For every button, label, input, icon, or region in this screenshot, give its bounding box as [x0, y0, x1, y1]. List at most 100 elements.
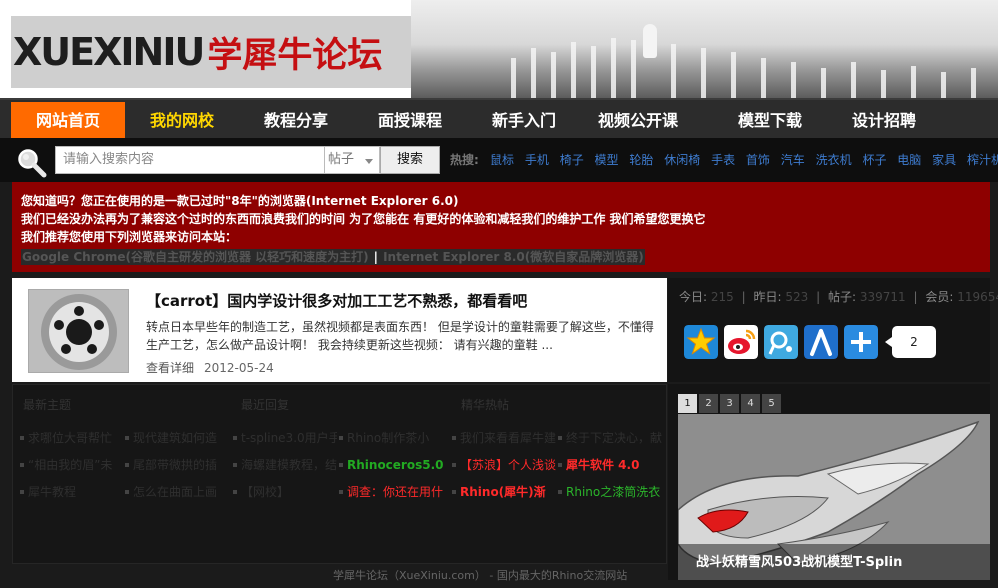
- hot-keyword[interactable]: 洗衣机: [816, 153, 852, 167]
- nav-model-download[interactable]: 模型下载: [713, 102, 827, 140]
- hot-keyword[interactable]: 电脑: [897, 153, 921, 167]
- hot-keyword[interactable]: 椅子: [560, 153, 584, 167]
- list-item[interactable]: Rhino(犀牛)渐: [452, 483, 556, 501]
- recent-replies-header[interactable]: 最近回复: [241, 396, 289, 413]
- hot-keyword[interactable]: 轮胎: [629, 153, 653, 167]
- hot-keyword[interactable]: 榨汁机: [967, 153, 998, 167]
- list-item[interactable]: 终于下定决心，献: [558, 429, 664, 447]
- today-count: 215: [710, 290, 734, 304]
- search-bar: 请输入搜索内容 帖子 搜索 热搜: 鼠标 手机 椅子 模型 轮胎 休闲椅 手表 …: [0, 138, 998, 182]
- list-item[interactable]: t-spline3.0用户手: [233, 429, 337, 447]
- slide-number-5[interactable]: 5: [762, 394, 781, 413]
- list-item[interactable]: Rhino之漆筒洗衣: [558, 483, 664, 501]
- list-item[interactable]: 调查：你还在用什: [339, 483, 449, 501]
- hot-keyword[interactable]: 休闲椅: [664, 153, 700, 167]
- nav-home[interactable]: 网站首页: [11, 102, 125, 140]
- list-item[interactable]: Rhinoceros5.0: [339, 456, 449, 474]
- yesterday-count: 523: [785, 290, 809, 304]
- slide-number-3[interactable]: 3: [720, 394, 739, 413]
- list-item[interactable]: 海螺建模教程，结: [233, 456, 337, 474]
- nav-jobs[interactable]: 设计招聘: [827, 102, 941, 140]
- list-item[interactable]: Rhino制作茶小: [339, 429, 449, 447]
- nav-tutorials[interactable]: 教程分享: [239, 102, 353, 140]
- list-item[interactable]: 【苏浪】个人浅谈: [452, 456, 556, 474]
- slide-number-2[interactable]: 2: [699, 394, 718, 413]
- list-item[interactable]: 【网校】: [233, 483, 337, 501]
- featured-post-meta: 查看详细 2012-05-24: [146, 359, 274, 376]
- slide-image[interactable]: 战斗妖精雪风503战机模型T-Splin: [678, 414, 990, 580]
- search-input[interactable]: 请输入搜索内容: [55, 146, 325, 174]
- hot-keyword[interactable]: 模型: [595, 153, 619, 167]
- stat-separator: |: [741, 290, 746, 304]
- warning-line-2: 我们已经没办法再为了兼容这个过时的东西而浪费我们的时间 为了您能在 有更好的体验…: [21, 212, 706, 226]
- featured-post: 【carrot】国内学设计很多对加工工艺不熟悉，都看看吧 转点日本早些年的制造工…: [12, 278, 667, 382]
- list-item[interactable]: “相由我的眉”未: [20, 456, 120, 474]
- nav-my-school[interactable]: 我的网校: [125, 102, 239, 140]
- hot-keyword[interactable]: 杯子: [862, 153, 886, 167]
- hot-keyword[interactable]: 家具: [932, 153, 956, 167]
- hot-keyword[interactable]: 汽车: [781, 153, 805, 167]
- ie8-link[interactable]: Internet Explorer 8.0(微软自家品牌浏览器): [383, 250, 644, 264]
- list-item[interactable]: 怎么在曲面上画: [125, 483, 225, 501]
- browser-warning: 您知道吗？您正在使用的是一款已过时"8年"的浏览器(Internet Explo…: [12, 182, 990, 272]
- logo-text-en: XUEXINIU: [13, 30, 205, 74]
- qzone-share-icon[interactable]: [684, 325, 718, 359]
- hot-search-label: 热搜:: [450, 153, 479, 167]
- list-item[interactable]: 尾部带微拱的插: [125, 456, 225, 474]
- list-item[interactable]: 求哪位大哥帮忙: [20, 429, 120, 447]
- hot-keyword[interactable]: 手表: [711, 153, 735, 167]
- thread-lists: 最新主题 最近回复 精华热帖 求哪位大哥帮忙 现代建筑如何造 t-spline3…: [12, 384, 667, 564]
- weibo-share-icon[interactable]: [724, 325, 758, 359]
- slideshow: 1 2 3 4 5 战斗妖精雪风503战机模型T-Splin: [668, 384, 990, 580]
- header-banner-image: [411, 0, 998, 98]
- members-count: 119654: [957, 290, 998, 304]
- search-type-value: 帖子: [328, 152, 355, 167]
- stats-line: 今日: 215 | 昨日: 523 | 帖子: 339711 | 会员: 119…: [679, 288, 998, 305]
- link-separator: |: [373, 250, 379, 264]
- list-item[interactable]: 犀牛软件 4.0: [558, 456, 664, 474]
- featured-threads-header[interactable]: 精华热帖: [461, 396, 509, 413]
- footer-text: 学犀牛论坛（XueXiniu.com） - 国内最大的Rhino交流网站: [333, 569, 628, 582]
- site-logo[interactable]: XUEXINIU 学犀牛论坛: [11, 16, 411, 88]
- search-button[interactable]: 搜索: [380, 146, 440, 174]
- slide-number-1[interactable]: 1: [678, 394, 697, 413]
- featured-post-title[interactable]: 【carrot】国内学设计很多对加工工艺不熟悉，都看看吧: [146, 290, 527, 311]
- latest-topics-header[interactable]: 最新主题: [23, 396, 71, 413]
- wheel-image: [29, 290, 128, 372]
- main-nav: 网站首页 我的网校 教程分享 面授课程 新手入门 视频公开课 模型下载 设计招聘: [0, 98, 998, 140]
- stat-separator: |: [913, 290, 918, 304]
- yesterday-label: 昨日:: [753, 290, 782, 304]
- featured-post-summary: 转点日本早些年的制造工艺，虽然视频都是表面东西！ 但是学设计的童鞋需要了解这些，…: [146, 320, 654, 352]
- renren-share-icon[interactable]: [804, 325, 838, 359]
- hot-keyword[interactable]: 手机: [525, 153, 549, 167]
- list-item[interactable]: 现代建筑如何造: [125, 429, 225, 447]
- search-type-select[interactable]: 帖子: [325, 146, 380, 174]
- forum-stats: 今日: 215 | 昨日: 523 | 帖子: 339711 | 会员: 119…: [668, 278, 998, 382]
- warning-line-1: 您知道吗？您正在使用的是一款已过时"8年"的浏览器(Internet Explo…: [21, 194, 459, 208]
- logo-text-cn: 学犀牛论坛: [207, 34, 383, 76]
- hot-keyword[interactable]: 首饰: [746, 153, 770, 167]
- slide-caption[interactable]: 战斗妖精雪风503战机模型T-Splin: [696, 551, 902, 570]
- slide-number-4[interactable]: 4: [741, 394, 760, 413]
- featured-post-thumbnail[interactable]: [28, 289, 129, 373]
- tencent-weibo-share-icon[interactable]: [764, 325, 798, 359]
- read-more-link[interactable]: 查看详细: [146, 361, 194, 375]
- banner-figure: [643, 24, 657, 58]
- hot-keyword[interactable]: 鼠标: [490, 153, 514, 167]
- post-date: 2012-05-24: [204, 361, 274, 375]
- list-item[interactable]: 犀牛教程: [20, 483, 120, 501]
- posts-label: 帖子:: [827, 290, 857, 304]
- stat-separator: |: [816, 290, 821, 304]
- nav-beginners[interactable]: 新手入门: [467, 102, 581, 140]
- chevron-down-icon: [365, 159, 373, 164]
- today-label: 今日:: [679, 290, 708, 304]
- search-icon: [18, 149, 47, 178]
- chrome-link[interactable]: Google Chrome(谷歌自主研发的浏览器 以轻巧和速度为主打): [22, 250, 369, 264]
- more-share-icon[interactable]: [844, 325, 878, 359]
- hot-keywords: 鼠标 手机 椅子 模型 轮胎 休闲椅 手表 首饰 汽车 洗衣机 杯子 电脑 家具…: [490, 138, 998, 182]
- site-header: XUEXINIU 学犀牛论坛: [0, 0, 998, 98]
- list-item[interactable]: 我们来看看犀牛建: [452, 429, 556, 447]
- nav-video-classes[interactable]: 视频公开课: [581, 102, 695, 140]
- nav-courses[interactable]: 面授课程: [353, 102, 467, 140]
- browser-links: Google Chrome(谷歌自主研发的浏览器 以轻巧和速度为主打) | Inte…: [21, 249, 645, 265]
